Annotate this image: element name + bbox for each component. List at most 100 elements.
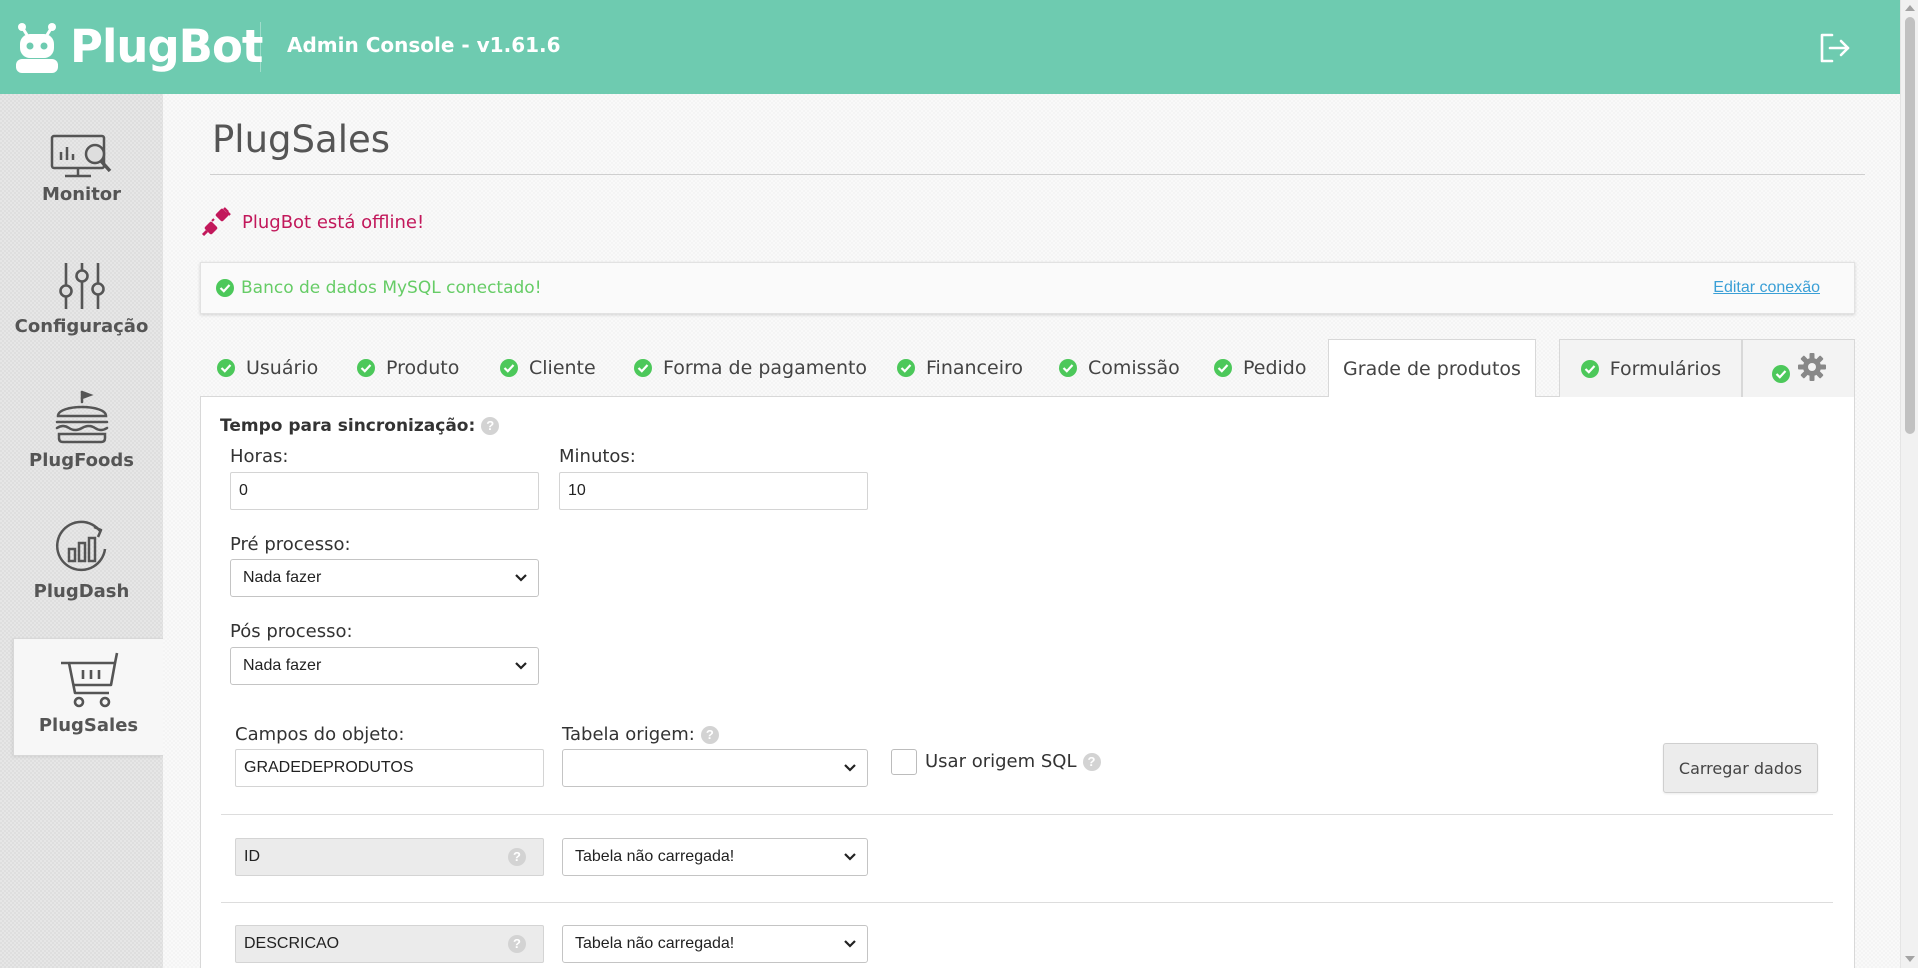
help-icon[interactable]: ? xyxy=(508,935,526,953)
tab-bar: Usuário Produto Cliente Forma de pagamen… xyxy=(200,339,1855,398)
field-mapping-value: Tabela não carregada! xyxy=(575,935,735,952)
pre-process-value: Nada fazer xyxy=(243,569,322,586)
pre-process-select[interactable]: Nada fazer xyxy=(230,559,539,597)
chevron-down-icon xyxy=(844,853,856,861)
robot-icon xyxy=(16,22,58,73)
tab-label: Comissão xyxy=(1088,357,1180,379)
offline-message: PlugBot está offline! xyxy=(242,211,425,233)
check-circle-icon xyxy=(634,359,652,377)
monitor-icon xyxy=(50,134,111,178)
sync-time-label: Tempo para sincronização:? xyxy=(220,416,500,436)
source-table-label: Tabela origem:? xyxy=(562,724,719,745)
tab-label: Produto xyxy=(386,357,460,379)
tab-label: Grade de produtos xyxy=(1343,357,1521,380)
sidebar-item-label: PlugFoods xyxy=(29,450,134,471)
check-circle-icon xyxy=(1059,359,1077,377)
logout-button[interactable] xyxy=(1818,31,1852,70)
edit-connection-link[interactable]: Editar conexão xyxy=(1713,279,1820,297)
tab-cliente[interactable]: Cliente xyxy=(499,339,596,397)
tab-label: Financeiro xyxy=(926,357,1023,379)
field-name-input: ID ? xyxy=(235,838,544,876)
post-process-value: Nada fazer xyxy=(243,657,322,674)
tab-settings[interactable] xyxy=(1742,339,1855,397)
chevron-down-icon xyxy=(844,764,856,772)
sidebar-item-label: PlugSales xyxy=(38,715,139,736)
minutes-label: Minutos: xyxy=(559,446,636,467)
scroll-up-arrow[interactable] xyxy=(1905,5,1915,11)
hours-input[interactable]: 0 xyxy=(230,472,539,510)
chevron-down-icon xyxy=(515,662,527,670)
header-divider xyxy=(260,22,261,72)
main-content: PlugSales PlugBot está offline! Banco de… xyxy=(163,94,1900,968)
check-circle-icon xyxy=(1214,359,1232,377)
scroll-down-arrow[interactable] xyxy=(1905,956,1915,962)
sidebar-item-plugsales[interactable]: PlugSales xyxy=(13,638,163,756)
tab-usuario[interactable]: Usuário xyxy=(216,339,318,397)
field-mapping-value: Tabela não carregada! xyxy=(575,848,735,865)
offline-alert: PlugBot está offline! xyxy=(200,206,424,238)
source-table-label-text: Tabela origem: xyxy=(562,724,695,745)
top-header: PlugBot Admin Console - v1.61.6 xyxy=(0,0,1900,94)
minutes-input[interactable]: 10 xyxy=(559,472,868,510)
page-title: PlugSales xyxy=(212,118,391,161)
pre-process-label: Pré processo: xyxy=(230,534,351,555)
sidebar-item-label: Configuração xyxy=(14,316,149,337)
gear-icon xyxy=(1797,352,1826,381)
load-data-button[interactable]: Carregar dados xyxy=(1663,743,1818,793)
db-status-text: Banco de dados MySQL conectado! xyxy=(241,278,542,298)
tab-comissao[interactable]: Comissão xyxy=(1058,339,1180,397)
title-divider xyxy=(210,174,1865,175)
sidebar-item-monitor[interactable]: Monitor xyxy=(0,132,163,252)
field-name-text: DESCRICAO xyxy=(244,935,340,952)
help-icon[interactable]: ? xyxy=(508,848,526,866)
chevron-down-icon xyxy=(844,940,856,948)
tab-forma-de-pagamento[interactable]: Forma de pagamento xyxy=(633,339,867,397)
tab-produto[interactable]: Produto xyxy=(356,339,459,397)
scrollbar-thumb[interactable] xyxy=(1905,17,1915,434)
source-table-select[interactable] xyxy=(562,749,868,787)
section-divider xyxy=(221,814,1833,815)
plugbot-logo[interactable]: PlugBot xyxy=(16,20,263,73)
sync-time-label-text: Tempo para sincronização: xyxy=(220,416,476,436)
tab-formularios[interactable]: Formulários xyxy=(1559,339,1742,397)
vertical-scrollbar[interactable] xyxy=(1900,0,1918,968)
field-name-input: DESCRICAO ? xyxy=(235,925,544,963)
check-circle-icon xyxy=(217,359,235,377)
logo-text: PlugBot xyxy=(70,20,263,73)
sidebar-item-label: PlugDash xyxy=(33,581,130,602)
db-connection-bar: Banco de dados MySQL conectado! Editar c… xyxy=(200,262,1855,314)
sidebar-item-label: Monitor xyxy=(41,184,122,205)
check-circle-icon xyxy=(216,279,234,297)
tab-pedido[interactable]: Pedido xyxy=(1213,339,1307,397)
cart-icon xyxy=(60,652,118,708)
chart-circle-icon xyxy=(55,520,106,572)
use-sql-label-text: Usar origem SQL xyxy=(925,751,1077,772)
tab-label: Formulários xyxy=(1609,357,1722,380)
tab-label: Pedido xyxy=(1243,357,1307,379)
chevron-down-icon xyxy=(515,574,527,582)
use-sql-label: Usar origem SQL? xyxy=(925,751,1101,772)
post-process-select[interactable]: Nada fazer xyxy=(230,647,539,685)
tab-grade-de-produtos[interactable]: Grade de produtos xyxy=(1328,339,1536,398)
sliders-icon xyxy=(58,263,105,309)
field-name-text: ID xyxy=(244,848,260,865)
check-circle-icon xyxy=(500,359,518,377)
burger-icon xyxy=(55,390,108,444)
field-mapping-select[interactable]: Tabela não carregada! xyxy=(562,925,868,963)
sidebar-item-configuracao[interactable]: Configuração xyxy=(0,260,163,380)
use-sql-checkbox[interactable] xyxy=(891,749,917,775)
help-icon[interactable]: ? xyxy=(1082,753,1101,771)
object-fields-input[interactable]: GRADEDEPRODUTOS xyxy=(235,749,544,787)
sidebar-item-plugdash[interactable]: PlugDash xyxy=(0,519,163,639)
help-icon[interactable]: ? xyxy=(481,417,500,435)
admin-console-title: Admin Console - v1.61.6 xyxy=(287,33,561,57)
field-mapping-select[interactable]: Tabela não carregada! xyxy=(562,838,868,876)
tab-financeiro[interactable]: Financeiro xyxy=(896,339,1023,397)
sidebar-item-plugfoods[interactable]: PlugFoods xyxy=(0,390,163,510)
tab-label: Usuário xyxy=(246,357,319,379)
check-circle-icon xyxy=(1771,364,1790,383)
object-fields-label: Campos do objeto: xyxy=(235,724,405,745)
sidebar: Monitor Configuração PlugFoods PlugDash … xyxy=(0,94,163,968)
check-circle-icon xyxy=(357,359,375,377)
help-icon[interactable]: ? xyxy=(700,726,719,744)
